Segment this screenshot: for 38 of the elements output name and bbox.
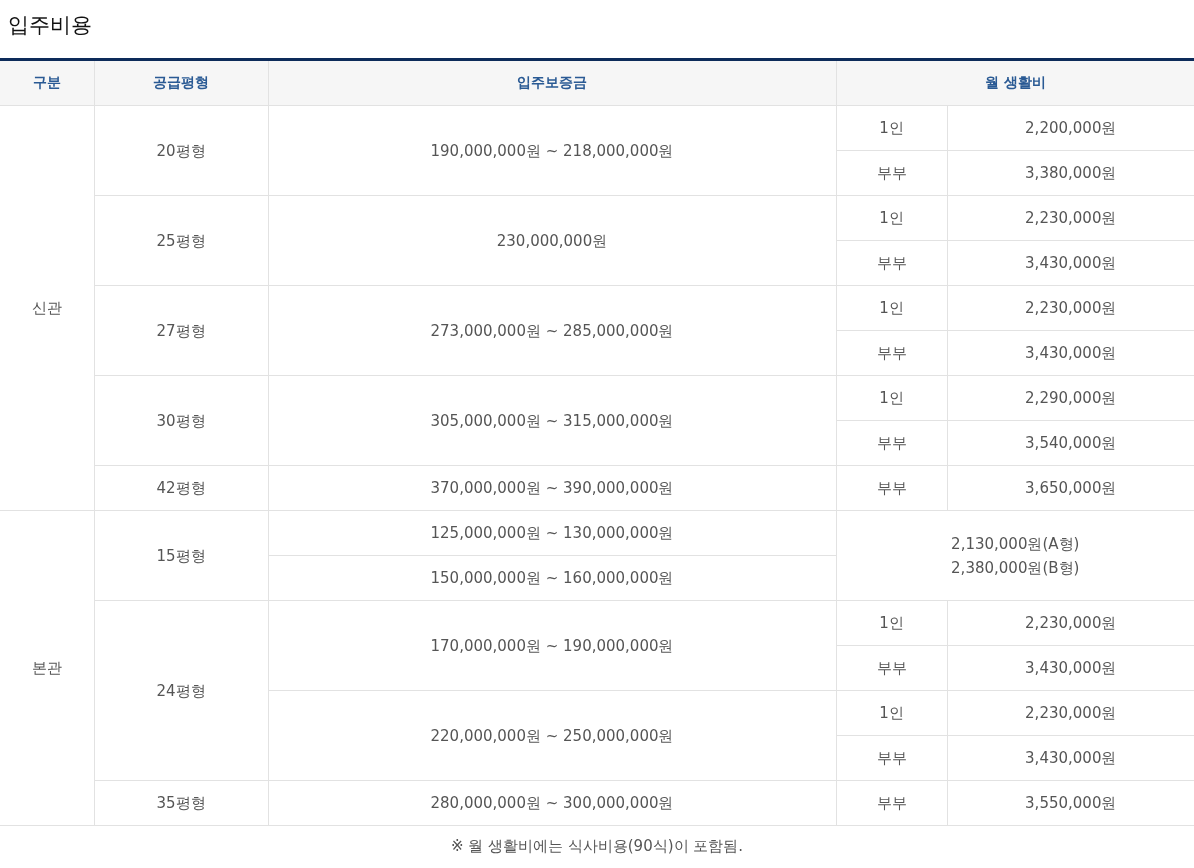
- unit-size-cell: 35평형: [94, 780, 268, 826]
- occupant-cell: 부부: [836, 330, 947, 376]
- deposit-cell: 230,000,000원: [268, 195, 836, 286]
- column-header: 구분: [0, 61, 94, 106]
- unit-size-cell: 25평형: [94, 195, 268, 286]
- occupant-cell: 1인: [836, 285, 947, 331]
- occupant-cell: 1인: [836, 600, 947, 646]
- deposit-cell: 273,000,000원 ~ 285,000,000원: [268, 285, 836, 376]
- category-cell: 본관: [0, 510, 94, 826]
- column-header: 입주보증금: [268, 61, 836, 106]
- unit-size-cell: 30평형: [94, 375, 268, 466]
- unit-size-cell: 42평형: [94, 465, 268, 511]
- column-header: 월 생활비: [836, 61, 1194, 106]
- unit-size-cell: 15평형: [94, 510, 268, 601]
- deposit-cell: 190,000,000원 ~ 218,000,000원: [268, 105, 836, 196]
- deposit-cell: 125,000,000원 ~ 130,000,000원: [268, 510, 836, 556]
- occupant-cell: 부부: [836, 240, 947, 286]
- column-header: 공급평형: [94, 61, 268, 106]
- occupant-cell: 부부: [836, 735, 947, 781]
- deposit-cell: 280,000,000원 ~ 300,000,000원: [268, 780, 836, 826]
- unit-size-cell: 20평형: [94, 105, 268, 196]
- occupant-cell: 1인: [836, 690, 947, 736]
- occupant-cell: 1인: [836, 105, 947, 151]
- category-cell: 신관: [0, 105, 94, 511]
- occupant-cell: 부부: [836, 780, 947, 826]
- occupant-cell: 부부: [836, 645, 947, 691]
- deposit-cell: 370,000,000원 ~ 390,000,000원: [268, 465, 836, 511]
- deposit-cell: 170,000,000원 ~ 190,000,000원: [268, 600, 836, 691]
- deposit-cell: 220,000,000원 ~ 250,000,000원: [268, 690, 836, 781]
- page-title: 입주비용: [7, 12, 93, 39]
- occupant-cell: 부부: [836, 420, 947, 466]
- occupant-cell: 부부: [836, 150, 947, 196]
- unit-size-cell: 24평형: [94, 600, 268, 781]
- occupant-cell: 부부: [836, 465, 947, 511]
- occupant-cell: 1인: [836, 375, 947, 421]
- deposit-cell: 305,000,000원 ~ 315,000,000원: [268, 375, 836, 466]
- occupant-cell: 1인: [836, 195, 947, 241]
- unit-size-cell: 27평형: [94, 285, 268, 376]
